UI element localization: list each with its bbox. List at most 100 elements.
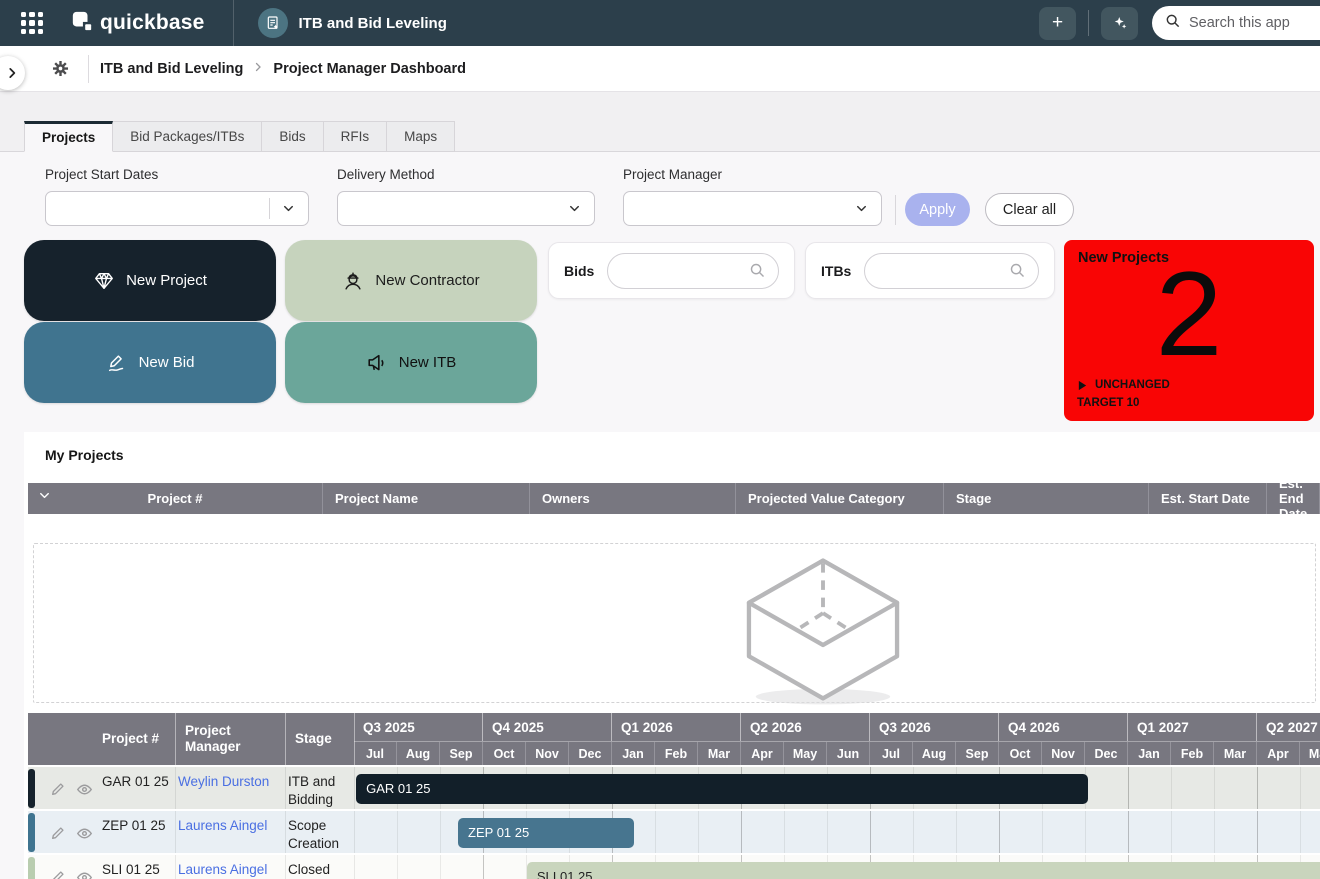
contractor-icon <box>342 270 364 292</box>
project-stage: Scope Creation <box>288 817 352 852</box>
tab-rfis[interactable]: RFIs <box>324 121 388 152</box>
chevron-down-icon[interactable] <box>37 488 52 506</box>
kpi-target: TARGET 10 <box>1077 397 1139 409</box>
row-accent-bar <box>28 813 35 852</box>
settings-gear-icon[interactable] <box>51 59 70 83</box>
search-input[interactable] <box>1189 15 1299 31</box>
gantt-month-label: Apr <box>741 742 784 765</box>
tab-maps[interactable]: Maps <box>387 121 455 152</box>
column-header-stage[interactable]: Stage <box>944 483 1149 514</box>
column-header-project-name[interactable]: Project Name <box>323 483 530 514</box>
view-record-icon[interactable] <box>76 781 93 803</box>
sidebar-expand-button[interactable] <box>0 56 25 90</box>
filter-select-delivery-method[interactable] <box>337 191 595 226</box>
itbs-search-input[interactable] <box>864 253 1039 289</box>
app-search[interactable] <box>1152 6 1320 40</box>
column-header-est-start-date[interactable]: Est. Start Date <box>1149 483 1267 514</box>
itbs-label: ITBs <box>821 263 851 279</box>
gantt-month-label: Aug <box>913 742 956 765</box>
column-header-owners[interactable]: Owners <box>530 483 736 514</box>
new-itb-button[interactable]: New ITB <box>285 322 537 403</box>
gem-icon <box>93 270 115 292</box>
column-header-project-[interactable]: Project # <box>28 483 323 514</box>
view-record-icon[interactable] <box>76 825 93 847</box>
breadcrumb-divider <box>88 55 89 83</box>
edit-record-icon[interactable] <box>50 869 66 879</box>
edit-record-icon[interactable] <box>50 825 66 846</box>
clear-filters-button[interactable]: Clear all <box>985 193 1074 226</box>
gantt-column-header-project-: Project # <box>102 713 172 765</box>
project-number: ZEP 01 25 <box>102 817 170 835</box>
gantt-month-label: Apr <box>1257 742 1300 765</box>
gantt-bar[interactable]: SLI 01 25 <box>527 862 1320 879</box>
gantt-month-label: Jan <box>1128 742 1171 765</box>
ai-assistant-button[interactable] <box>1101 7 1138 40</box>
gantt-quarter-q2-2026: Q2 2026 <box>741 713 870 741</box>
gantt-month-label: Jan <box>612 742 655 765</box>
gantt-column-header-stage: Stage <box>295 713 355 765</box>
column-header-projected-value-category[interactable]: Projected Value Category <box>736 483 944 514</box>
new-bid-button[interactable]: New Bid <box>24 322 276 403</box>
gantt-month-label: May <box>784 742 827 765</box>
kpi-value: 2 <box>1064 248 1314 380</box>
quickbase-logo[interactable]: quickbase <box>71 10 205 37</box>
new-project-button[interactable]: New Project <box>24 240 276 321</box>
my-projects-title: My Projects <box>45 447 124 463</box>
new-contractor-button[interactable]: New Contractor <box>285 240 537 321</box>
breadcrumb-app-link[interactable]: ITB and Bid Leveling <box>100 61 243 77</box>
gantt-month-label: Nov <box>1042 742 1085 765</box>
top-nav-bar: quickbase ITB and Bid Leveling + <box>0 0 1320 46</box>
my-projects-table-header: Project #Project NameOwnersProjected Val… <box>28 483 1320 514</box>
gantt-bar[interactable]: ZEP 01 25 <box>458 818 634 848</box>
bid-icon <box>106 352 128 374</box>
apply-filters-button[interactable]: Apply <box>905 193 970 226</box>
gantt-month-label: Jul <box>354 742 397 765</box>
tab-projects[interactable]: Projects <box>24 121 113 152</box>
bids-search-input[interactable] <box>607 253 779 289</box>
bids-label: Bids <box>564 263 594 279</box>
filter-label-delivery-method: Delivery Method <box>337 167 435 182</box>
filter-label-project-start-dates: Project Start Dates <box>45 167 158 182</box>
gantt-header: Project #Project ManagerStage Q3 2025Q4 … <box>28 713 1320 765</box>
gantt-bar[interactable]: GAR 01 25 <box>356 774 1088 804</box>
column-header-est-end-date[interactable]: Est. End Date <box>1267 483 1320 514</box>
gantt-row-zep-01-25: ZEP 01 25 Laurens Aingel Scope Creation ZEP… <box>28 809 1320 853</box>
edit-record-icon[interactable] <box>50 781 66 802</box>
row-accent-bar <box>28 769 35 808</box>
kpi-card-new-projects[interactable]: New Projects 2 UNCHANGED TARGET 10 <box>1064 240 1314 421</box>
empty-drop-zone <box>33 543 1316 703</box>
project-number: SLI 01 25 <box>102 861 170 879</box>
view-record-icon[interactable] <box>76 869 93 879</box>
topbar-button-divider <box>1088 10 1089 36</box>
add-new-button[interactable]: + <box>1039 7 1076 40</box>
filter-select-project-start-dates[interactable] <box>45 191 309 226</box>
project-manager-link[interactable]: Laurens Aingel <box>178 817 280 835</box>
gantt-row-gar-01-25: GAR 01 25Weylin DurstonITB and BiddingGA… <box>28 765 1320 809</box>
chevron-down-icon <box>281 201 296 216</box>
gantt-month-label: Feb <box>655 742 698 765</box>
project-manager-link[interactable]: Weylin Durston <box>178 773 280 791</box>
gantt-timeline-header: Q3 2025Q4 2025Q1 2026Q2 2026Q3 2026Q4 20… <box>354 713 1320 765</box>
filter-label-project-manager: Project Manager <box>623 167 722 182</box>
my-projects-empty-state <box>28 514 1320 712</box>
project-manager-link[interactable]: Laurens Aingel <box>178 861 280 879</box>
gantt-month-label: Mar <box>1214 742 1257 765</box>
search-icon <box>1009 262 1026 279</box>
gantt-quarter-q1-2026: Q1 2026 <box>612 713 741 741</box>
filter-select-project-manager[interactable] <box>623 191 882 226</box>
tab-bid-packages-itbs[interactable]: Bid Packages/ITBs <box>113 121 262 152</box>
gantt-column-header-project-manager: Project Manager <box>185 713 285 765</box>
gantt-month-label: Dec <box>569 742 612 765</box>
current-app[interactable]: ITB and Bid Leveling <box>258 8 447 38</box>
gantt-month-label: Nov <box>526 742 569 765</box>
app-name: ITB and Bid Leveling <box>299 15 447 32</box>
app-switcher-icon[interactable] <box>21 12 43 34</box>
gantt-month-label: Sep <box>956 742 999 765</box>
gantt-row-timeline: GAR 01 25 <box>354 767 1320 809</box>
gantt-quarter-q1-2027: Q1 2027 <box>1128 713 1257 741</box>
search-icon <box>1165 13 1181 34</box>
app-icon <box>258 8 288 38</box>
trend-arrow-icon <box>1077 380 1088 391</box>
tab-bids[interactable]: Bids <box>262 121 323 152</box>
bids-search-card: Bids <box>548 242 795 299</box>
